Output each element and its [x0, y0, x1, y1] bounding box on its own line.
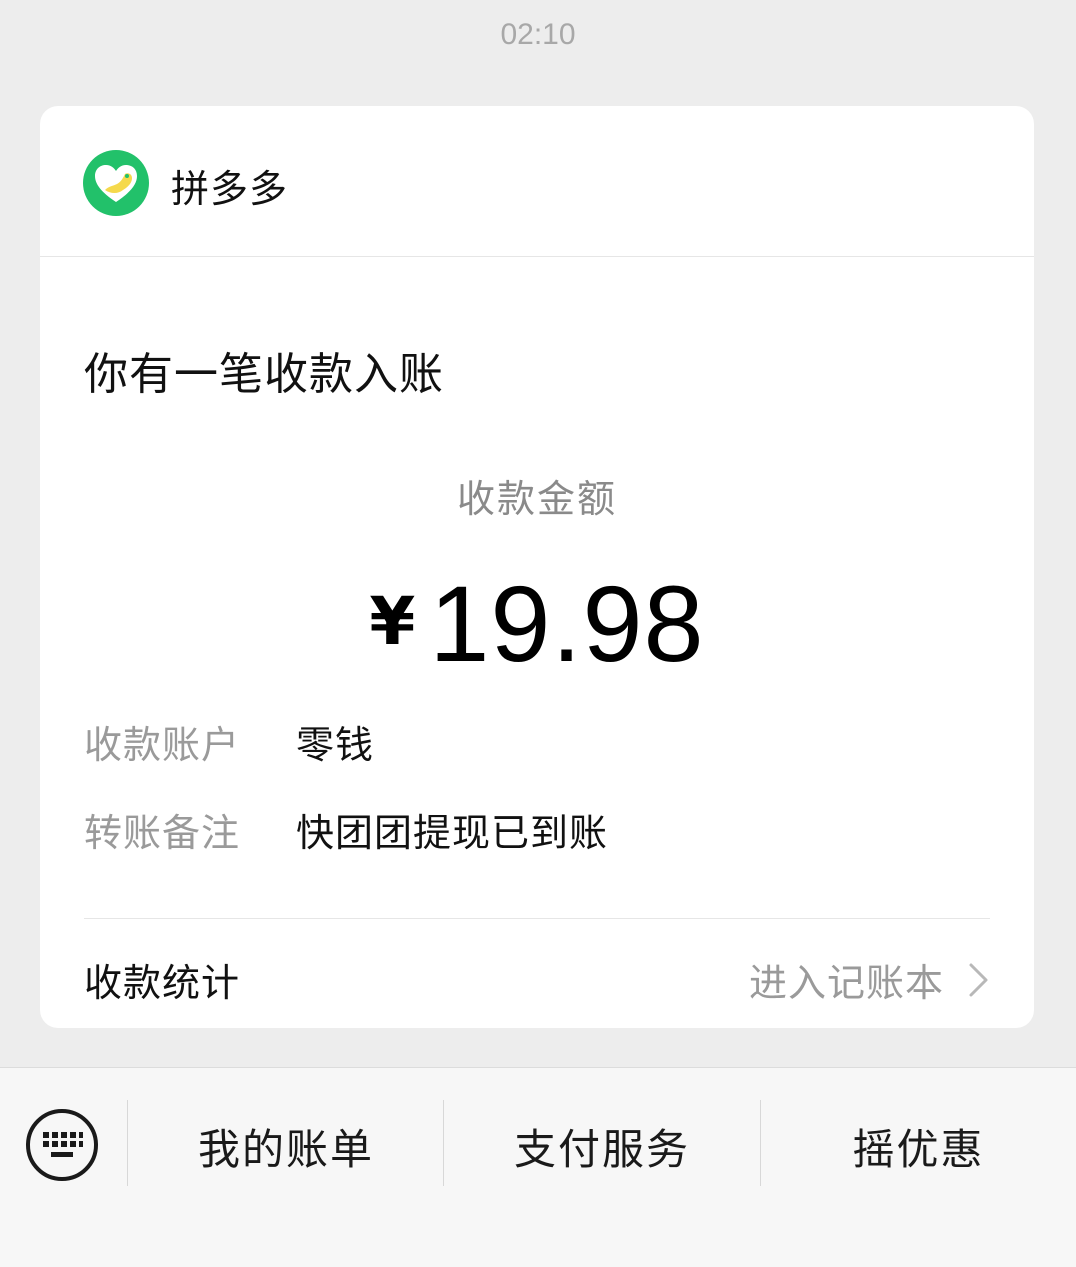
bottom-menu-bar: 我的账单 支付服务 摇优惠 [0, 1067, 1076, 1267]
menu-shake-discount[interactable]: 摇优惠 [761, 1116, 1076, 1177]
pinduoduo-logo-icon [83, 150, 149, 216]
payment-notification-card[interactable]: 拼多多 你有一笔收款入账 收款金额 ¥19.98 收款账户 零钱 转账备注 快团团提… [40, 106, 1034, 1028]
account-value: 零钱 [296, 723, 375, 767]
amount-display: ¥19.98 [40, 561, 1034, 686]
card-header[interactable]: 拼多多 [40, 106, 1034, 257]
ledger-link[interactable]: 进入记账本 [749, 952, 990, 1007]
app-name: 拼多多 [171, 167, 289, 211]
stats-row[interactable]: 收款统计 进入记账本 [84, 918, 990, 1028]
message-timestamp: 02:10 [500, 18, 576, 51]
account-label: 收款账户 [84, 723, 241, 767]
stats-label: 收款统计 [84, 961, 241, 1005]
currency-symbol: ¥ [369, 583, 416, 660]
amount-label: 收款金额 [456, 477, 617, 521]
remark-label: 转账备注 [84, 811, 241, 855]
detail-row-remark: 转账备注 快团团提现已到账 [84, 802, 608, 857]
notice-title: 你有一笔收款入账 [84, 349, 444, 400]
chevron-right-icon [969, 963, 988, 996]
ledger-link-label: 进入记账本 [748, 961, 944, 1005]
keyboard-icon[interactable] [25, 1108, 99, 1182]
amount-value: 19.98 [429, 563, 705, 684]
detail-row-account: 收款账户 零钱 [84, 714, 374, 769]
menu-payment-services[interactable]: 支付服务 [444, 1116, 760, 1177]
remark-value: 快团团提现已到账 [296, 811, 609, 855]
menu-my-bills[interactable]: 我的账单 [128, 1116, 444, 1177]
